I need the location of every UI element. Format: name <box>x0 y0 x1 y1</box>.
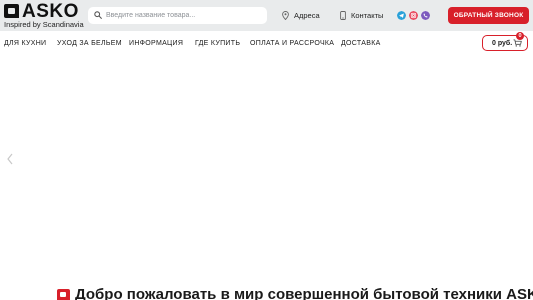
welcome-heading: Добро пожаловать в мир совершенной бытов… <box>57 286 533 300</box>
viber-icon[interactable] <box>421 11 430 20</box>
callback-button[interactable]: ОБРАТНЫЙ ЗВОНОК <box>448 7 529 24</box>
contacts-link[interactable]: Контакты <box>340 9 383 22</box>
cart-icon <box>513 39 522 47</box>
search-input[interactable] <box>106 7 261 24</box>
telegram-icon[interactable] <box>397 11 406 20</box>
nav-item-where-to-buy[interactable]: ГДЕ КУПИТЬ <box>195 40 240 47</box>
asko-logo-mark-icon <box>4 4 19 18</box>
cart-count-badge: 0 <box>516 32 524 40</box>
contacts-label: Контакты <box>351 11 384 20</box>
nav-item-kitchen[interactable]: ДЛЯ КУХНИ <box>4 40 46 47</box>
addresses-label: Адреса <box>294 11 320 20</box>
top-bar: ASKO Inspired by Scandinavia Адреса Конт… <box>0 0 533 31</box>
addresses-link[interactable]: Адреса <box>282 9 320 22</box>
cart-total: 0 руб. <box>492 39 513 47</box>
search-box <box>88 7 267 24</box>
nav-item-payment[interactable]: ОПЛАТА И РАССРОЧКА <box>250 40 334 47</box>
slider-prev-arrow-icon[interactable] <box>5 152 15 166</box>
location-pin-icon <box>282 11 289 20</box>
asko-logo-mark-icon <box>57 289 70 300</box>
phone-icon <box>340 11 346 20</box>
nav-item-laundry[interactable]: УХОД ЗА БЕЛЬЕМ <box>57 40 122 47</box>
search-icon[interactable] <box>94 11 102 19</box>
cart-button[interactable]: 0 руб. 0 <box>482 32 528 51</box>
main-nav: ДЛЯ КУХНИ УХОД ЗА БЕЛЬЕМ ИНФОРМАЦИЯ ГДЕ … <box>0 31 533 57</box>
asko-logo[interactable]: ASKO Inspired by Scandinavia <box>4 1 84 29</box>
brand-tagline: Inspired by Scandinavia <box>4 20 84 29</box>
nav-item-info[interactable]: ИНФОРМАЦИЯ <box>129 40 183 47</box>
hero-slider <box>0 57 533 282</box>
welcome-title: Добро пожаловать в мир совершенной бытов… <box>75 286 533 300</box>
nav-item-delivery[interactable]: ДОСТАВКА <box>341 40 381 47</box>
instagram-icon[interactable] <box>409 11 418 20</box>
